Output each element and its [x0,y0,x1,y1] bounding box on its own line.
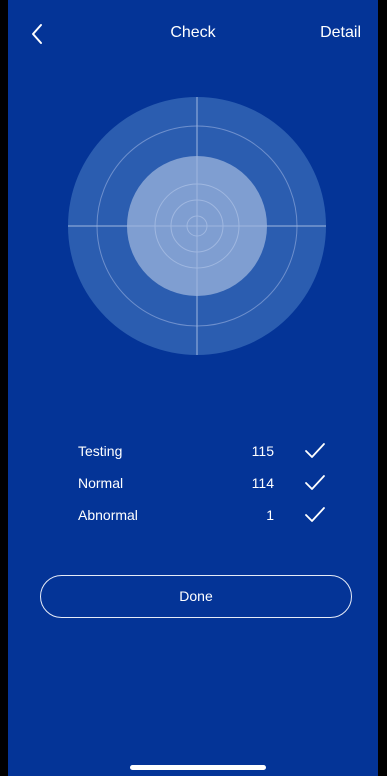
stat-label: Abnormal [78,507,138,523]
stat-value: 1 [266,507,274,523]
check-screen: Check Detail Testing 115 Normal 114 Abno… [8,0,378,776]
check-stats-list: Testing 115 Normal 114 Abnormal 1 [78,440,328,536]
stat-row-abnormal: Abnormal 1 [78,504,328,536]
stat-value: 114 [251,475,274,491]
radar-target-graphic [68,97,326,355]
done-button[interactable]: Done [40,575,352,618]
stat-row-normal: Normal 114 [78,472,328,504]
checkmark-icon [305,507,325,522]
stat-label: Testing [78,443,123,459]
detail-button[interactable]: Detail [320,24,361,42]
checkmark-icon [305,475,325,490]
stat-value: 115 [251,443,274,459]
checkmark-icon [305,443,325,458]
home-indicator[interactable] [130,765,266,770]
navigation-bar: Check Detail [8,0,378,66]
stat-label: Normal [78,475,124,491]
stat-row-testing: Testing 115 [78,440,328,472]
